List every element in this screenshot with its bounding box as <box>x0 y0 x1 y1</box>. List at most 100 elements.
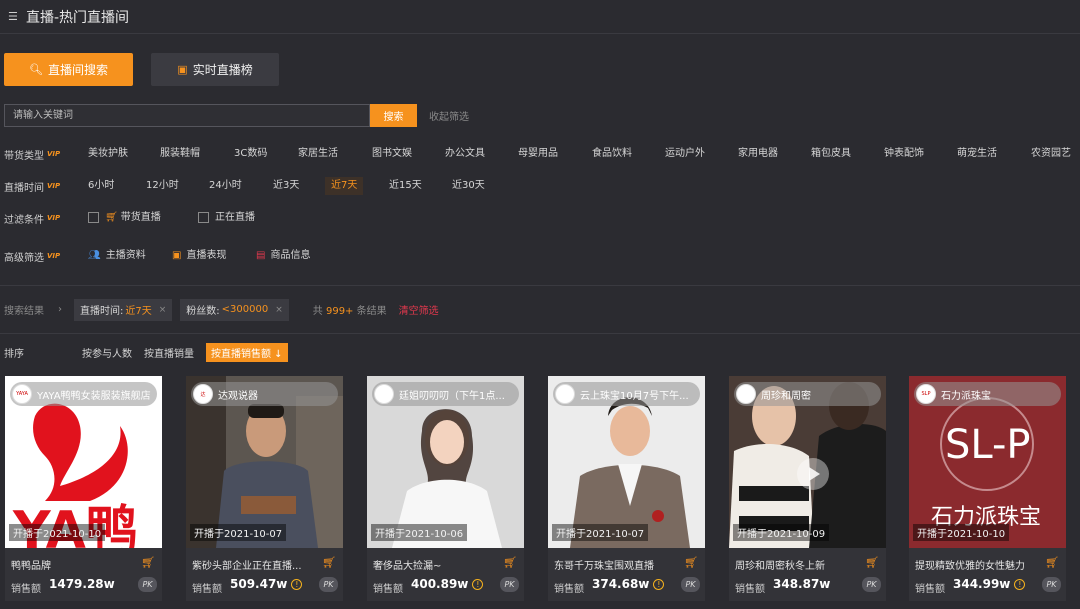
pk-button[interactable]: PK <box>138 577 157 592</box>
live-tv-icon: ▣ <box>177 63 188 76</box>
live-room-card[interactable]: YA鸭 YAYA YAYA鸭鸭女装服装旗舰店 开播于2021-10-10 鸭鸭品… <box>5 376 162 601</box>
search-button[interactable]: 搜索 <box>370 104 417 127</box>
category-option[interactable]: 钟表配饰 <box>884 145 924 163</box>
filter-chip[interactable]: 直播时间: 近7天 × <box>74 298 173 321</box>
pk-button[interactable]: PK <box>1042 577 1061 592</box>
pk-button[interactable]: PK <box>681 577 700 592</box>
live-room-thumbnail[interactable]: YA鸭 YAYA YAYA鸭鸭女装服装旗舰店 开播于2021-10-10 <box>5 376 162 548</box>
live-room-card[interactable]: 廷姐叨叨叨（下午1点... 开播于2021-10-06 奢侈品大捡漏~ 🛒︎ 销… <box>367 376 524 601</box>
category-option[interactable]: 图书文娱 <box>372 145 412 163</box>
filter-advanced: 高级筛选 VIP 👥︎ 主播资料 ▣ 直播表现 ▤ 商品信息 <box>4 247 604 265</box>
search-icon: 🔍︎ <box>29 63 43 76</box>
time-option[interactable]: 12小时 <box>146 177 179 195</box>
pk-button[interactable]: PK <box>319 577 338 592</box>
filter-time: 直播时间 VIP 6小时 12小时 24小时 近3天 近7天 近15天 近30天 <box>4 177 604 195</box>
warning-icon[interactable]: ! <box>1014 579 1026 590</box>
collapse-filter-link[interactable]: 收起筛选 <box>429 108 469 123</box>
condition-live-now[interactable]: 正在直播 <box>198 209 255 227</box>
clear-filters-link[interactable]: 清空筛选 <box>399 302 439 317</box>
category-option[interactable]: 运动户外 <box>665 145 705 163</box>
menu-icon[interactable]: ☰ <box>8 10 22 23</box>
live-room-card[interactable]: 达 达观说器 开播于2021-10-07 紫砂头部企业正在直播... 🛒︎ 销售… <box>186 376 343 601</box>
results-bar: 搜索结果 › 直播时间: 近7天 × 粉丝数: <300000 × 共 999+… <box>4 298 1074 321</box>
time-option[interactable]: 近30天 <box>452 177 485 195</box>
checkbox[interactable] <box>88 211 99 223</box>
anchor-name[interactable]: 云上珠宝10月7号下午... <box>580 387 695 402</box>
checkbox[interactable] <box>198 211 209 223</box>
vip-badge: VIP <box>47 182 61 190</box>
warning-icon[interactable]: ! <box>472 579 484 590</box>
anchor-name[interactable]: 廷姐叨叨叨（下午1点... <box>399 387 514 402</box>
live-room-card[interactable]: SL-P 石力派珠宝 SLP 石力派珠宝 开播于2021-10-10 提现精致优… <box>909 376 1066 601</box>
live-room-thumbnail[interactable]: 云上珠宝10月7号下午... 开播于2021-10-07 <box>548 376 705 548</box>
category-option[interactable]: 家居生活 <box>298 145 338 163</box>
live-room-thumbnail[interactable]: 达 达观说器 开播于2021-10-07 <box>186 376 343 548</box>
category-option[interactable]: 家用电器 <box>738 145 778 163</box>
filter-time-label: 直播时间 <box>4 182 44 194</box>
sort-by-volume[interactable]: 按直播销量 <box>144 345 194 360</box>
live-room-thumbnail[interactable]: 廷姐叨叨叨（下午1点... 开播于2021-10-06 <box>367 376 524 548</box>
pk-button[interactable]: PK <box>862 577 881 592</box>
sales-label: 销售额 <box>11 584 41 595</box>
live-title[interactable]: 东哥千万珠宝围观直播 <box>554 557 682 572</box>
live-title[interactable]: 提现精致优雅的女性魅力 <box>915 557 1043 572</box>
live-title[interactable]: 奢侈品大捡漏~ <box>373 557 501 572</box>
category-option[interactable]: 3C数码 <box>234 145 267 163</box>
live-room-thumbnail[interactable]: 周珍和周密 开播于2021-10-09 <box>729 376 886 548</box>
avatar: 达 <box>193 384 213 404</box>
category-option[interactable]: 美妆护肤 <box>88 145 128 163</box>
live-room-card[interactable]: 云上珠宝10月7号下午... 开播于2021-10-07 东哥千万珠宝围观直播 … <box>548 376 705 601</box>
live-room-thumbnail[interactable]: SL-P 石力派珠宝 SLP 石力派珠宝 开播于2021-10-10 <box>909 376 1066 548</box>
results-label: 搜索结果 <box>4 306 44 317</box>
time-option[interactable]: 近3天 <box>273 177 299 195</box>
live-title[interactable]: 周珍和周密秋冬上新 <box>735 557 863 572</box>
filter-category: 带货类型 VIP 美妆护肤 服装鞋帽 3C数码 家居生活 图书文娱 办公文具 母婴… <box>4 145 1080 163</box>
category-option[interactable]: 农资园艺 <box>1031 145 1071 163</box>
tab-realtime-rank[interactable]: ▣ 实时直播榜 <box>151 53 279 86</box>
anchor-name[interactable]: 周珍和周密 <box>761 387 876 402</box>
category-option[interactable]: 食品饮料 <box>592 145 632 163</box>
page-header: ☰ 直播-热门直播间 <box>0 0 1080 34</box>
play-icon[interactable] <box>797 458 829 490</box>
tab-room-search-label: 直播间搜索 <box>47 63 108 77</box>
sort-by-participants[interactable]: 按参与人数 <box>82 345 132 360</box>
filter-chip[interactable]: 粉丝数: <300000 × <box>180 298 289 321</box>
avatar <box>374 384 394 404</box>
close-icon[interactable]: × <box>159 305 167 315</box>
anchor-name[interactable]: 石力派珠宝 <box>941 387 1056 402</box>
warning-icon[interactable]: ! <box>653 579 665 590</box>
live-title[interactable]: 紫砂头部企业正在直播... <box>192 557 320 572</box>
pk-button[interactable]: PK <box>500 577 519 592</box>
time-option[interactable]: 6小时 <box>88 177 114 195</box>
live-title[interactable]: 鸭鸭品牌 <box>11 557 139 572</box>
category-option[interactable]: 萌宠生活 <box>957 145 997 163</box>
sales-label: 销售额 <box>735 584 765 595</box>
sort-by-revenue[interactable]: 按直播销售额 ↓ <box>206 343 288 362</box>
time-option-selected[interactable]: 近7天 <box>325 177 364 195</box>
category-option[interactable]: 母婴用品 <box>518 145 558 163</box>
time-option[interactable]: 24小时 <box>209 177 242 195</box>
search-input[interactable] <box>4 104 370 127</box>
time-option[interactable]: 近15天 <box>389 177 422 195</box>
sort-label: 排序 <box>4 349 24 360</box>
divider <box>0 285 1080 286</box>
category-option[interactable]: 办公文具 <box>445 145 485 163</box>
vip-badge: VIP <box>47 214 61 222</box>
condition-live-sales[interactable]: 🛒︎ 带货直播 <box>88 209 161 227</box>
cart-icon: 🛒︎ <box>141 556 155 569</box>
start-date-badge: 开播于2021-10-10 <box>9 524 106 541</box>
anchor-name[interactable]: 达观说器 <box>218 387 333 402</box>
anchor-bar: 廷姐叨叨叨（下午1点... <box>372 382 519 406</box>
category-option[interactable]: 箱包皮具 <box>811 145 851 163</box>
category-option[interactable]: 服装鞋帽 <box>160 145 200 163</box>
live-room-card[interactable]: 周珍和周密 开播于2021-10-09 周珍和周密秋冬上新 🛒︎ 销售额 348… <box>729 376 886 601</box>
close-icon[interactable]: × <box>275 305 283 315</box>
warning-icon[interactable]: ! <box>291 579 303 590</box>
anchor-name[interactable]: YAYA鸭鸭女装服装旗舰店 <box>37 387 152 402</box>
advanced-anchor-info[interactable]: 👥︎ 主播资料 <box>88 247 146 265</box>
advanced-product-info[interactable]: ▤ 商品信息 <box>256 247 310 265</box>
advanced-live-performance[interactable]: ▣ 直播表现 <box>172 247 226 265</box>
avatar: YAYA <box>12 384 32 404</box>
start-date-badge: 开播于2021-10-07 <box>552 524 649 541</box>
tab-room-search[interactable]: 🔍︎ 直播间搜索 <box>4 53 133 86</box>
